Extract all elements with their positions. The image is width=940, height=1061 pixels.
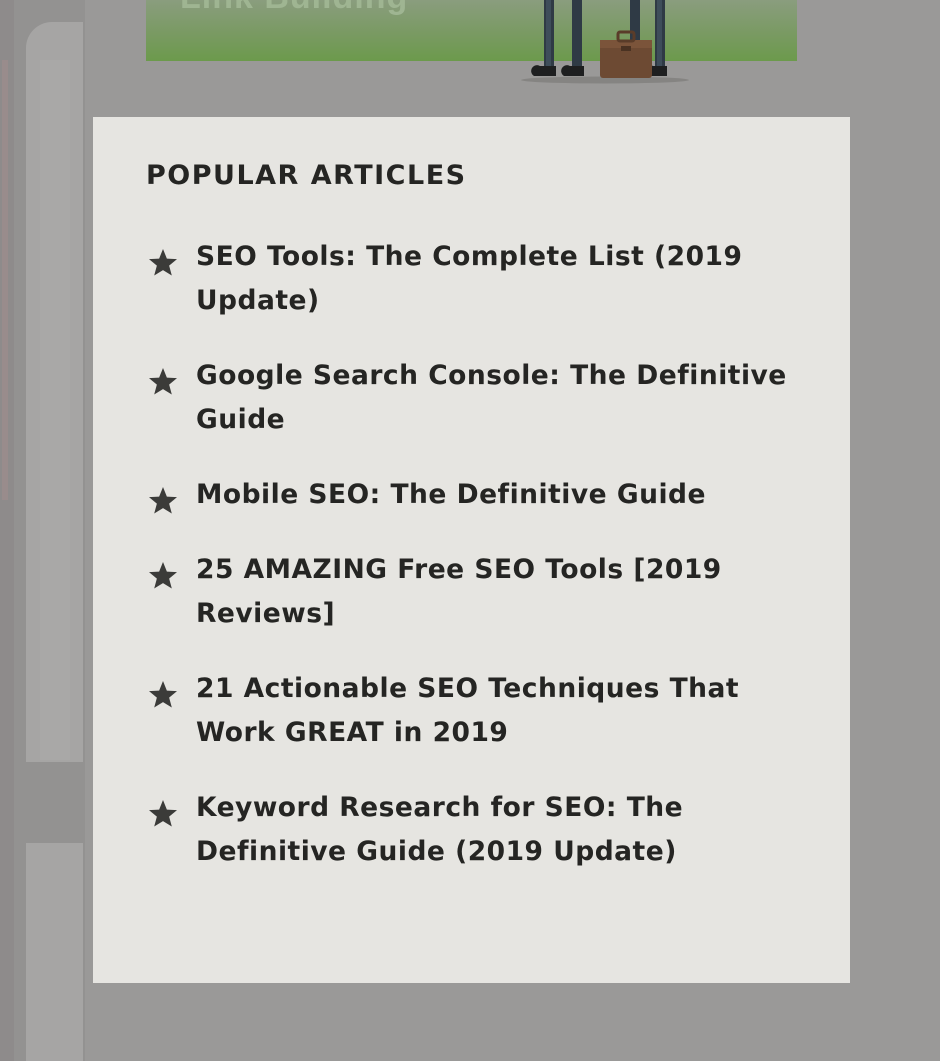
star-icon xyxy=(146,364,196,398)
hero-banner-title: Link Building xyxy=(180,0,408,17)
list-item: Google Search Console: The Definitive Gu… xyxy=(146,360,810,442)
list-item: 21 Actionable SEO Techniques That Work G… xyxy=(146,673,810,755)
article-link-mobile-seo[interactable]: Mobile SEO: The Definitive Guide xyxy=(196,473,706,517)
star-icon xyxy=(146,245,196,279)
background-edge xyxy=(0,0,14,1061)
list-item: Mobile SEO: The Definitive Guide xyxy=(146,479,810,517)
article-link-seo-tools[interactable]: SEO Tools: The Complete List (2019 Updat… xyxy=(196,235,796,323)
star-icon xyxy=(146,796,196,830)
star-icon xyxy=(146,558,196,592)
article-link-seo-techniques[interactable]: 21 Actionable SEO Techniques That Work G… xyxy=(196,667,796,755)
popular-articles-list: SEO Tools: The Complete List (2019 Updat… xyxy=(146,241,810,874)
background-panel-inner xyxy=(40,60,70,760)
article-link-keyword-research[interactable]: Keyword Research for SEO: The Definitive… xyxy=(196,786,796,874)
list-item: 25 AMAZING Free SEO Tools [2019 Reviews] xyxy=(146,554,810,636)
businessman-illustration xyxy=(521,0,689,84)
article-link-search-console[interactable]: Google Search Console: The Definitive Gu… xyxy=(196,354,796,442)
star-icon xyxy=(146,677,196,711)
list-item: Keyword Research for SEO: The Definitive… xyxy=(146,792,810,874)
background-panel-lower xyxy=(26,843,83,1061)
list-item: SEO Tools: The Complete List (2019 Updat… xyxy=(146,241,810,323)
popular-articles-heading: POPULAR ARTICLES xyxy=(146,160,467,191)
popular-articles-widget: POPULAR ARTICLES SEO Tools: The Complete… xyxy=(93,117,850,983)
article-link-free-seo-tools[interactable]: 25 AMAZING Free SEO Tools [2019 Reviews] xyxy=(196,548,796,636)
star-icon xyxy=(146,483,196,517)
